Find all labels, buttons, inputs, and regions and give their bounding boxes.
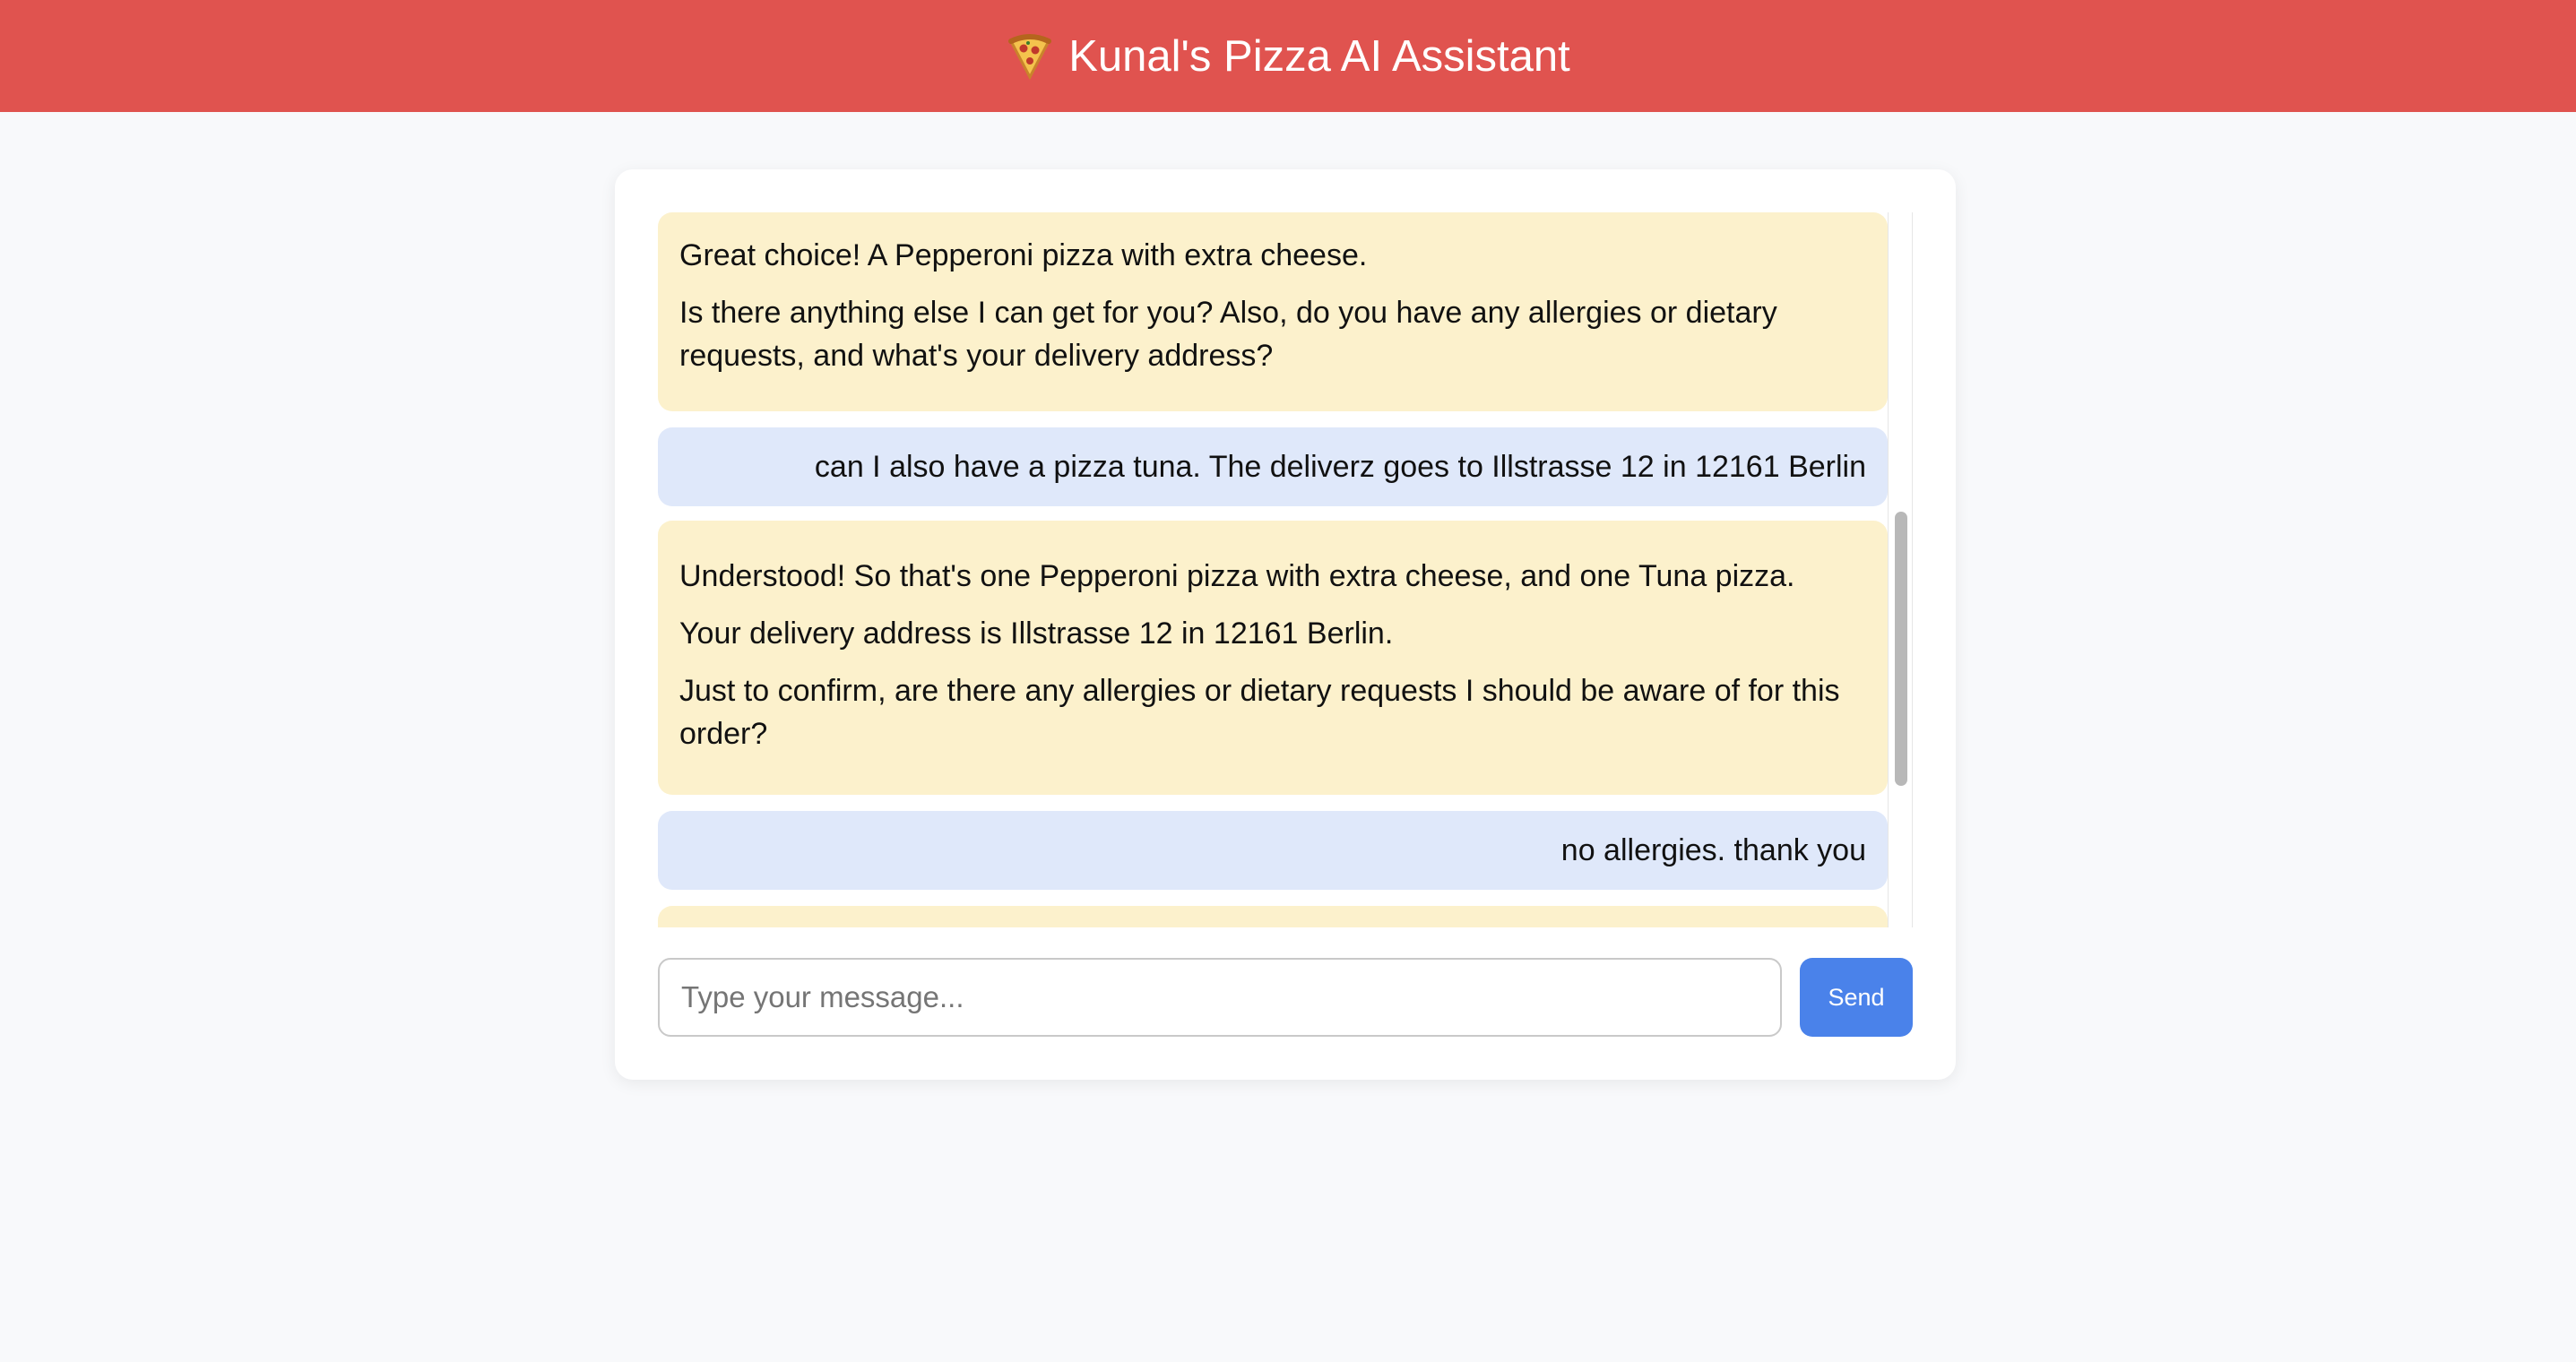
message-text: Just to confirm, are there any allergies… [679,674,1840,751]
user-message: no allergies. thank you [658,811,1888,890]
app-title: Kunal's Pizza AI Assistant [1068,31,1570,81]
message-input[interactable] [658,958,1782,1037]
message-text: can I also have a pizza tuna. The delive… [814,450,1866,484]
message-text: Understood! So that's one Pepperoni pizz… [679,559,1795,593]
message-text: Great choice! A Pepperoni pizza with ext… [679,238,1368,272]
pizza-slice-icon [1006,32,1054,81]
user-message: can I also have a pizza tuna. The delive… [658,427,1888,506]
scrollbar-thumb[interactable] [1895,512,1907,786]
assistant-message: Great choice! A Pepperoni pizza with ext… [658,212,1888,411]
message-text: Your delivery address is Illstrasse 12 i… [679,616,1394,651]
chat-scrollbar[interactable] [1888,212,1913,927]
assistant-message [658,906,1888,927]
message-text: Is there anything else I can get for you… [679,296,1777,373]
assistant-message: Understood! So that's one Pepperoni pizz… [658,521,1888,795]
chat-history[interactable]: Great choice! A Pepperoni pizza with ext… [658,212,1913,927]
app-header: Kunal's Pizza AI Assistant [0,0,2576,112]
send-button[interactable]: Send [1800,958,1913,1037]
chat-card: Great choice! A Pepperoni pizza with ext… [615,169,1956,1080]
message-text: no allergies. thank you [1560,833,1866,867]
